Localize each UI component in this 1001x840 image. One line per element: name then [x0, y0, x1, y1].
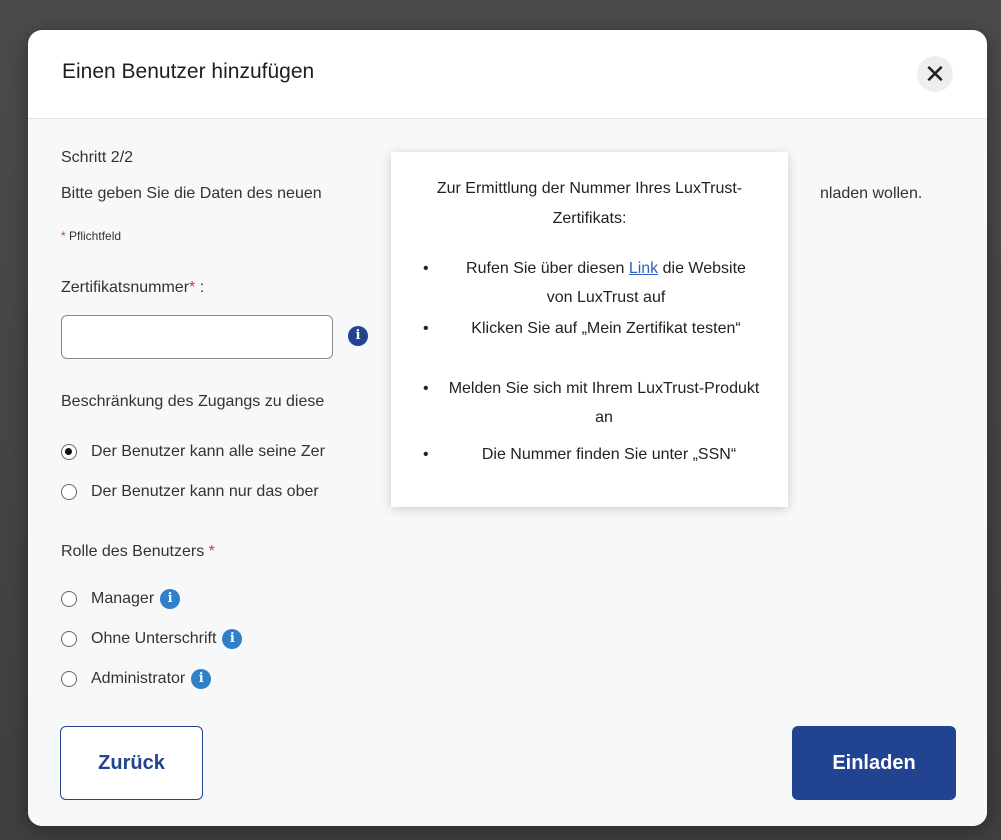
tooltip-item-text: Klicken Sie auf „Mein Zertifikat testen“ [471, 320, 741, 337]
role-administrator-label: Administrator [91, 670, 186, 687]
cert-number-input[interactable] [61, 315, 333, 359]
without-signature-info-icon[interactable]: i [222, 629, 243, 649]
close-button[interactable]: ✕ [917, 56, 953, 92]
radio-button[interactable] [61, 631, 77, 647]
dialog-title: Einen Benutzer hinzufügen [62, 60, 315, 83]
bullet: • [423, 380, 429, 397]
role-option-without-signature[interactable]: Ohne Unterschrift i [61, 629, 243, 649]
manager-info-icon[interactable]: i [160, 589, 181, 609]
required-star: * [61, 229, 66, 243]
close-icon: ✕ [924, 59, 946, 89]
bullet: • [423, 320, 429, 337]
role-manager-label: Manager [91, 590, 155, 607]
bullet: • [423, 260, 429, 277]
dialog-header: Einen Benutzer hinzufügen ✕ [28, 30, 987, 119]
access-option-specific[interactable]: Der Benutzer kann nur das ober [61, 483, 319, 501]
back-button[interactable]: Zurück [60, 726, 203, 800]
radio-button[interactable] [61, 444, 77, 460]
tooltip-title: Zur Ermittlung der Nummer Ihres LuxTrust… [436, 180, 743, 227]
invite-button[interactable]: Einladen [792, 726, 956, 800]
tooltip-item-text: Die Nummer finden Sie unter „SSN“ [481, 446, 737, 463]
role-option-manager[interactable]: Manager i [61, 589, 181, 609]
cert-number-label: Zertifikatsnummer* : [61, 279, 204, 297]
cert-number-label-suffix: : [195, 279, 205, 296]
step-indicator: Schritt 2/2 [61, 149, 134, 166]
radio-button[interactable] [61, 671, 77, 687]
role-without-signature-label: Ohne Unterschrift [91, 630, 217, 647]
cert-number-label-text: Zertifikatsnummer [61, 279, 190, 296]
form-description-end: nladen wollen. [820, 185, 923, 202]
cert-info-icon[interactable]: i [348, 326, 368, 346]
role-option-administrator[interactable]: Administrator i [61, 669, 212, 689]
bullet: • [423, 446, 429, 463]
tooltip-item-text: Rufen Sie über diesen Link die Website v… [451, 254, 761, 312]
radio-button[interactable] [61, 484, 77, 500]
required-note-text: Pflichtfeld [69, 229, 122, 243]
cert-number-tooltip: Zur Ermittlung der Nummer Ihres LuxTrust… [391, 152, 788, 507]
access-option-all-label: Der Benutzer kann alle seine Zer [91, 443, 325, 460]
required-star: * [208, 543, 215, 560]
access-restriction-label: Beschränkung des Zugangs zu diese [61, 393, 325, 410]
required-note: * Pflichtfeld [61, 229, 121, 243]
user-role-label-text: Rolle des Benutzers [61, 543, 205, 560]
radio-button[interactable] [61, 591, 77, 607]
access-option-all[interactable]: Der Benutzer kann alle seine Zer [61, 443, 325, 461]
administrator-info-icon[interactable]: i [191, 669, 212, 689]
access-option-specific-label: Der Benutzer kann nur das ober [91, 483, 319, 500]
form-description: Bitte geben Sie die Daten des neuen [61, 185, 322, 202]
user-role-label: Rolle des Benutzers * [61, 543, 215, 561]
tooltip-item1-before: Rufen Sie über diesen [466, 260, 629, 277]
tooltip-item-text: Melden Sie sich mit Ihrem LuxTrust-Produ… [448, 380, 760, 426]
luxtrust-link[interactable]: Link [629, 260, 658, 277]
